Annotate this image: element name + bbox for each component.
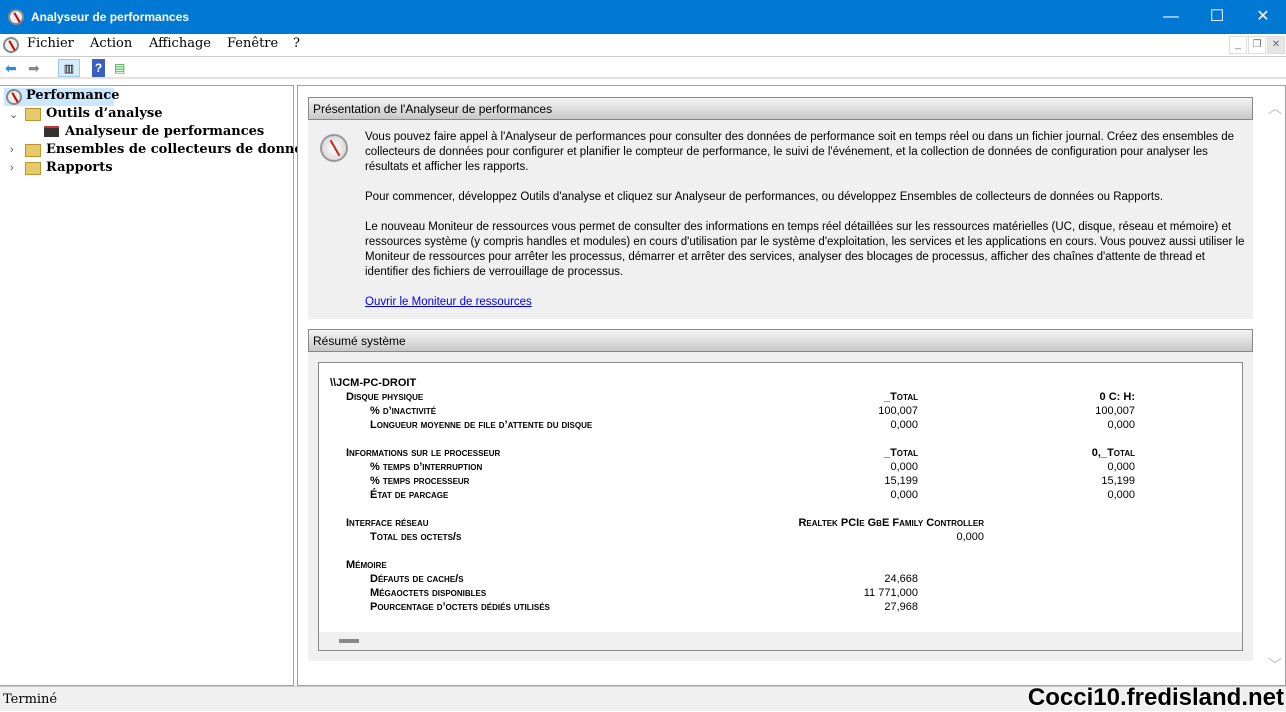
menu-affichage[interactable]: Affichage (149, 36, 211, 51)
back-icon[interactable]: ⬅ (5, 59, 17, 77)
disk-title: Disque physique (346, 391, 424, 403)
counter-value: 11 771,000 (863, 587, 918, 599)
window-title: Analyseur de performances (31, 10, 190, 24)
tree-item-rapports[interactable]: Rapports (46, 160, 113, 175)
menu-help[interactable]: ? (293, 36, 300, 51)
col-header: Realtek PCIe GbE Family Controller (798, 517, 984, 529)
scroll-up-icon[interactable]: ︿ (1268, 98, 1282, 118)
summary-header: Résumé système (308, 329, 1253, 352)
folder-icon (25, 144, 41, 157)
summary-box: \\JCM-PC-DROIT Disque physique _Total 0 … (318, 362, 1243, 651)
menu-action[interactable]: Action (90, 36, 132, 51)
counter-value: 15,199 (1101, 475, 1135, 487)
minimize-button[interactable]: — (1148, 0, 1194, 34)
counter-value: 0,000 (956, 531, 984, 543)
system-menu-icon[interactable] (3, 37, 19, 53)
counter-label: État de parcage (370, 489, 449, 501)
tree-item-outils-analyse[interactable]: Outils d’analyse (46, 106, 163, 121)
counter-value: 0,000 (1107, 489, 1135, 501)
maximize-button[interactable]: ☐ (1194, 0, 1240, 34)
status-text: Terminé (3, 692, 58, 707)
tree-item-ensembles[interactable]: Ensembles de collecteurs de données (46, 142, 318, 157)
intro-paragraph: Vous pouvez faire appel à l'Analyseur de… (365, 131, 1235, 173)
counter-label: Mégaoctets disponibles (370, 587, 487, 599)
chevron-right-icon[interactable]: › (10, 162, 14, 174)
counter-value: 24,668 (884, 573, 918, 585)
counter-value: 0,000 (1107, 419, 1135, 431)
scroll-thumb[interactable] (339, 639, 359, 643)
menu-fenetre[interactable]: Fenêtre (227, 36, 278, 51)
counter-value: 27,968 (884, 601, 918, 613)
folder-icon (25, 162, 41, 175)
counter-value: 0,000 (890, 489, 918, 501)
performance-icon (6, 89, 22, 105)
counter-label: Total des octets/s (370, 531, 462, 543)
open-resource-monitor-link[interactable]: Ouvrir le Moniteur de ressources (365, 296, 532, 308)
chevron-down-icon[interactable]: ⌄ (9, 108, 18, 121)
counter-label: % d’inactivité (370, 405, 437, 417)
chevron-right-icon[interactable]: › (10, 144, 14, 156)
counter-value: 15,199 (884, 475, 918, 487)
watermark: Cocci10.fredisland.net (1027, 684, 1284, 711)
scroll-down-icon[interactable]: ﹀ (1268, 655, 1282, 675)
counter-label: % temps d’interruption (370, 461, 483, 473)
navigation-tree: Performance ⌄ Outils d’analyse Analyseur… (0, 85, 318, 686)
counter-label: Pourcentage d’octets dédiés utilisés (370, 601, 550, 613)
intro-paragraph: Le nouveau Moniteur de ressources vous p… (365, 221, 1245, 278)
summary-section: \\JCM-PC-DROIT Disque physique _Total 0 … (308, 352, 1253, 661)
show-action-pane-icon[interactable]: ▤ (114, 59, 125, 77)
forward-icon[interactable]: ➡ (28, 59, 40, 77)
counter-label: Longueur moyenne de file d’attente du di… (370, 419, 593, 431)
counter-value: 100,007 (878, 405, 918, 417)
counter-value: 0,000 (1107, 461, 1135, 473)
menu-bar: Fichier Action Affichage Fenêtre ? (0, 34, 1286, 57)
mdi-restore-button[interactable]: ❐ (1248, 36, 1266, 54)
help-icon[interactable]: ? (92, 59, 105, 77)
cpu-title: Informations sur le processeur (346, 447, 501, 459)
col-header: 0 C: H: (1099, 391, 1135, 403)
counter-value: 100,007 (1095, 405, 1135, 417)
perf-monitor-icon (44, 126, 59, 137)
network-title: Interface réseau (346, 517, 429, 529)
machine-name: \\JCM-PC-DROIT (330, 377, 417, 389)
col-header: 0,_Total (1091, 447, 1135, 459)
gauge-icon (320, 134, 348, 162)
memory-title: Mémoire (346, 559, 387, 571)
tree-item-analyseur[interactable]: Analyseur de performances (65, 124, 264, 139)
counter-label: % temps processeur (370, 475, 470, 487)
content-pane: Présentation de l'Analyseur de performan… (297, 85, 1286, 686)
overview-header: Présentation de l'Analyseur de performan… (308, 97, 1253, 120)
show-hide-tree-icon[interactable]: ▥ (58, 59, 80, 77)
col-header: _Total (883, 391, 918, 403)
folder-icon (25, 108, 41, 121)
counter-value: 0,000 (890, 461, 918, 473)
tree-item-performance[interactable]: Performance (26, 88, 119, 103)
counter-label: Défauts de cache/s (370, 573, 464, 585)
counter-value: 0,000 (890, 419, 918, 431)
intro-paragraph: Pour commencer, développez Outils d'anal… (365, 191, 1164, 203)
toolbar: ⬅ ➡ ▥ ? ▤ (0, 57, 1286, 79)
menu-fichier[interactable]: Fichier (27, 36, 74, 51)
horizontal-scrollbar[interactable] (319, 632, 1242, 650)
title-bar: Analyseur de performances — ☐ ✕ (0, 0, 1286, 34)
mdi-close-button[interactable]: ✕ (1267, 36, 1285, 54)
mdi-minimize-button[interactable]: _ (1229, 36, 1247, 54)
overview-section: Vous pouvez faire appel à l'Analyseur de… (308, 120, 1253, 319)
vertical-scrollbar[interactable]: ︿ ﹀ (1265, 86, 1285, 685)
perfmon-icon (8, 9, 24, 25)
col-header: _Total (883, 447, 918, 459)
close-button[interactable]: ✕ (1240, 0, 1286, 34)
